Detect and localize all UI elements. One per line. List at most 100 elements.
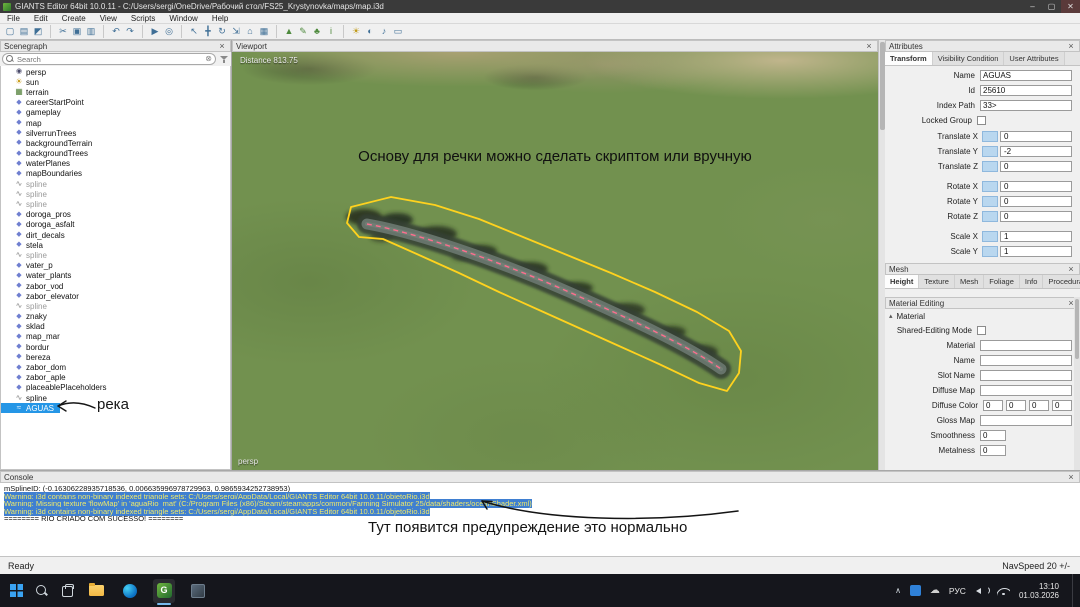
maximize-button[interactable]: ▢ (1042, 0, 1061, 13)
smoothness-field[interactable] (980, 430, 1006, 441)
transform-value-field[interactable] (1000, 161, 1072, 172)
start-button[interactable] (10, 584, 23, 597)
tree-item[interactable]: terrain (1, 87, 55, 97)
mesh-tab[interactable]: Texture (919, 275, 955, 288)
drag-spinner[interactable] (982, 246, 998, 257)
toolbar-icon[interactable]: ↶ (103, 25, 123, 38)
drag-spinner[interactable] (982, 161, 998, 172)
attributes-tab[interactable]: Transform (885, 52, 933, 65)
transform-value-field[interactable] (1000, 231, 1072, 242)
attributes-tab[interactable]: User Attributes (1004, 52, 1064, 65)
tree-item[interactable]: careerStartPoint (1, 98, 90, 108)
toolbar-icon[interactable]: ↖ (181, 25, 201, 38)
show-desktop-button[interactable] (1072, 574, 1076, 607)
transform-value-field[interactable] (1000, 181, 1072, 192)
viewport-close-icon[interactable]: × (864, 41, 874, 51)
tree-item[interactable]: water_plants (1, 271, 77, 281)
transform-value-field[interactable] (1000, 196, 1072, 207)
toolbar-icon[interactable]: ▢ (3, 25, 17, 38)
tree-item[interactable]: zabor_dom (1, 362, 72, 372)
attributes-tab[interactable]: Visibility Condition (933, 52, 1005, 65)
console-line[interactable]: ======== RIO CRIADO COM SUCESSO! =======… (4, 515, 1076, 523)
volume-icon[interactable] (975, 585, 988, 596)
tray-app-icon[interactable] (910, 585, 921, 596)
toolbar-icon[interactable]: ▦ (257, 25, 271, 38)
tree-item[interactable]: stela (1, 240, 49, 250)
tree-item[interactable]: persp (1, 67, 52, 77)
tree-item[interactable]: bereza (1, 352, 56, 362)
tree-item[interactable]: sun (1, 77, 45, 87)
tree-item[interactable]: doroga_asfalt (1, 220, 80, 230)
tree-item[interactable]: spline (1, 179, 53, 189)
index-path-field[interactable] (980, 100, 1072, 111)
toolbar-icon[interactable]: ▥ (84, 25, 98, 38)
mesh-tab[interactable]: Procedura (1043, 275, 1080, 288)
slot-name-field[interactable] (980, 370, 1072, 381)
toolbar-icon[interactable]: ◎ (162, 25, 176, 38)
tree-item[interactable]: spline (1, 199, 53, 209)
mesh-tab[interactable]: Info (1020, 275, 1044, 288)
metalness-field[interactable] (980, 445, 1006, 456)
minimize-button[interactable]: – (1023, 0, 1042, 13)
network-icon[interactable] (997, 586, 1010, 596)
tree-item[interactable]: vater_p (1, 261, 59, 271)
menu-item[interactable]: Window (162, 13, 204, 24)
tree-item[interactable]: backgroundTrees (1, 149, 94, 159)
tree-item[interactable]: backgroundTerrain (1, 138, 98, 148)
tray-expand-icon[interactable]: ∧ (895, 586, 901, 595)
material-section-header[interactable]: ▴ Material (885, 309, 1080, 321)
toolbar-icon[interactable]: i (324, 25, 338, 38)
menu-item[interactable]: Edit (27, 13, 55, 24)
menu-item[interactable]: Scripts (124, 13, 162, 24)
tree-item[interactable]: sklad (1, 322, 51, 332)
mesh-close-icon[interactable]: × (1066, 264, 1076, 274)
tree-item[interactable]: spline (1, 301, 53, 311)
gloss-map-field[interactable] (980, 415, 1072, 426)
toolbar-icon[interactable]: ◐ (363, 25, 377, 38)
material-scrollbar[interactable] (1074, 297, 1080, 470)
toolbar-icon[interactable]: ✂ (50, 25, 70, 38)
toolbar-icon[interactable]: ⌂ (243, 25, 257, 38)
toolbar-icon[interactable]: ╋ (201, 25, 215, 38)
mesh-tab[interactable]: Foliage (984, 275, 1020, 288)
transform-value-field[interactable] (1000, 211, 1072, 222)
transform-value-field[interactable] (1000, 246, 1072, 257)
tree-item[interactable]: waterPlanes (1, 159, 76, 169)
close-button[interactable]: ✕ (1061, 0, 1080, 13)
giants-editor-taskbar-icon[interactable]: G (153, 579, 175, 603)
menu-item[interactable]: View (93, 13, 124, 24)
tree-item[interactable]: spline (1, 393, 53, 403)
toolbar-icon[interactable]: ▶ (142, 25, 162, 38)
scenegraph-close-icon[interactable]: × (217, 41, 227, 51)
task-view-icon[interactable] (60, 584, 73, 597)
drag-spinner[interactable] (982, 196, 998, 207)
diffuse-map-field[interactable] (980, 385, 1072, 396)
filter-icon[interactable] (219, 54, 229, 64)
menu-item[interactable]: File (0, 13, 27, 24)
tree-item[interactable]: znaky (1, 312, 53, 322)
tree-item[interactable]: placeablePlaceholders (1, 383, 113, 393)
toolbar-icon[interactable]: ▲ (276, 25, 296, 38)
tree-item[interactable]: gameplay (1, 108, 67, 118)
console-close-icon[interactable]: × (1066, 472, 1076, 482)
tree-item[interactable]: map (1, 118, 48, 128)
language-indicator[interactable]: РУС (949, 586, 966, 596)
toolbar-icon[interactable]: ⇲ (229, 25, 243, 38)
drag-spinner[interactable] (982, 231, 998, 242)
tree-item[interactable]: map_mar (1, 332, 66, 342)
toolbar-icon[interactable]: ♪ (377, 25, 391, 38)
mesh-tab[interactable]: Height (885, 275, 919, 288)
name-field[interactable] (980, 70, 1072, 81)
tree-item[interactable]: AGUAS (1, 403, 60, 413)
drag-spinner[interactable] (982, 181, 998, 192)
mesh-tab[interactable]: Mesh (955, 275, 984, 288)
panel-scrollbar[interactable] (878, 40, 885, 470)
tree-item[interactable]: dirt_decals (1, 230, 71, 240)
app-icon[interactable] (187, 579, 209, 603)
shared-editing-checkbox[interactable] (977, 326, 986, 335)
tree-item[interactable]: spline (1, 189, 53, 199)
attributes-close-icon[interactable]: × (1066, 41, 1076, 51)
toolbar-icon[interactable]: ☀ (343, 25, 363, 38)
id-field[interactable] (980, 85, 1072, 96)
browser-icon[interactable] (119, 579, 141, 603)
